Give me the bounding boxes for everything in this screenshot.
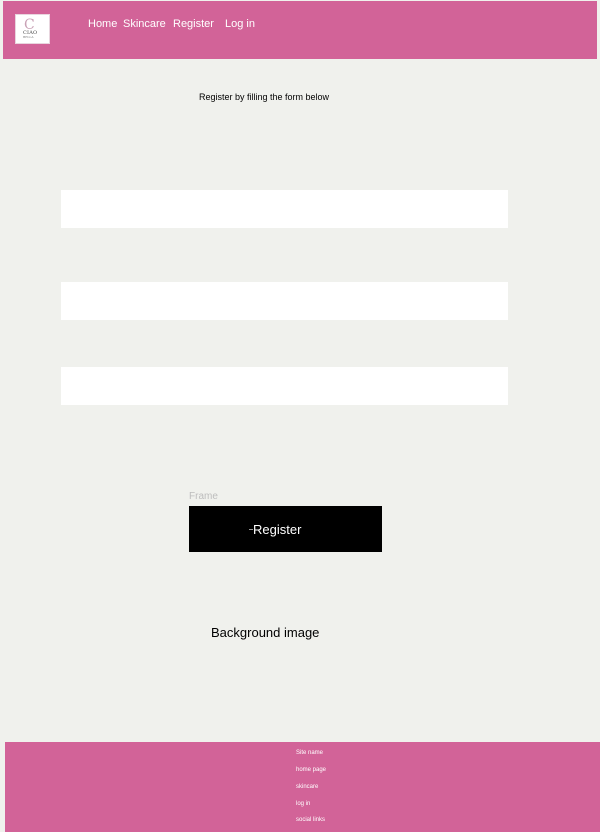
logo-text-line2: BELLA [23,35,34,39]
footer-home-link[interactable]: home page [296,766,326,774]
background-image-placeholder: Background image [211,625,320,640]
register-button[interactable]: Register [189,506,382,552]
nav-home-link[interactable]: Home [88,17,117,31]
footer-social-links[interactable]: social links [296,816,325,824]
site-logo[interactable]: C CIAO BELLA [15,14,50,44]
nav-skincare-link[interactable]: Skincare [123,17,166,31]
register-button-label: Register [253,522,302,537]
site-footer: Site name home page skincare log in soci… [5,742,600,832]
form-field-3[interactable] [61,367,508,405]
footer-skincare-link[interactable]: skincare [296,783,318,791]
footer-login-link[interactable]: log in [296,800,310,808]
nav-register-link[interactable]: Register [173,17,214,31]
form-field-1[interactable] [61,190,508,228]
frame-label: Frame [189,491,218,502]
nav-login-link[interactable]: Log in [225,17,255,31]
register-intro-text: Register by filling the form below [199,92,330,102]
site-header: C CIAO BELLA Home Skincare Register Log … [3,1,597,59]
form-field-2[interactable] [61,282,508,320]
footer-site-name: Site name [296,750,324,756]
